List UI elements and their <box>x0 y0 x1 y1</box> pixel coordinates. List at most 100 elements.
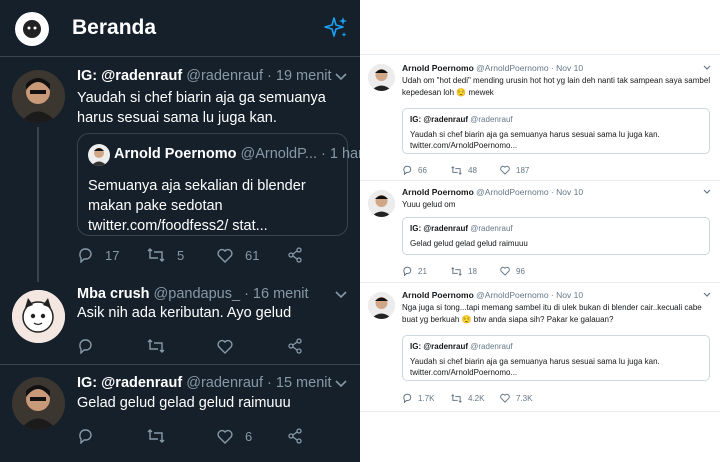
tweet-actions: 17 5 61 <box>77 247 357 263</box>
like-button[interactable]: 187 <box>500 165 549 175</box>
like-count: 187 <box>516 165 530 175</box>
like-count: 61 <box>245 247 260 263</box>
tweet-actions: 1.7K 4.2K 7.3K <box>402 393 549 403</box>
avatar[interactable] <box>12 290 65 343</box>
chevron-down-icon[interactable] <box>703 189 711 195</box>
reply-icon <box>79 429 92 444</box>
like-button[interactable]: 7.3K <box>500 393 549 403</box>
tweet[interactable]: Arnold Poernomo @ArnoldPoernomo · Nov 10… <box>360 181 720 282</box>
avatar[interactable] <box>12 377 65 430</box>
retweet-button[interactable]: 18 <box>451 267 500 276</box>
heart-icon <box>217 429 233 444</box>
quote-header: Arnold Poernomo @ArnoldP... · 1 hari <box>114 146 360 162</box>
retweet-button[interactable] <box>147 339 217 353</box>
avatar[interactable] <box>368 292 395 319</box>
quoted-tweet[interactable]: IG: @radenrauf @radenrauf Yaudah si chef… <box>402 335 710 381</box>
reply-button[interactable]: 66 <box>402 165 451 175</box>
tweet-actions: 21 18 96 <box>402 266 549 276</box>
share-button[interactable] <box>287 247 357 263</box>
quote-name: IG: @radenrauf <box>410 224 469 233</box>
retweet-count: 18 <box>468 266 477 276</box>
quoted-tweet[interactable]: IG: @radenrauf @radenrauf Yaudah si chef… <box>402 108 710 154</box>
retweet-button[interactable]: 5 <box>147 248 217 263</box>
display-name[interactable]: Mba crush <box>77 286 150 302</box>
quote-name: Arnold Poernomo <box>114 146 237 162</box>
tweet[interactable]: Mba crush @pandapus_ · 16 menit Asik nih… <box>0 280 360 365</box>
handle[interactable]: @ArnoldPoernomo · Nov 10 <box>476 63 583 73</box>
quote-handle: @radenrauf <box>470 224 513 233</box>
display-name[interactable]: IG: @radenrauf <box>77 68 182 84</box>
chevron-down-icon[interactable] <box>335 291 347 299</box>
retweet-button[interactable]: 4.2K <box>451 394 500 403</box>
page-title: Beranda <box>72 16 157 39</box>
avatar[interactable] <box>368 190 395 217</box>
reply-icon <box>79 248 92 263</box>
dark-timeline: Beranda IG: @radenrauf @radenrauf · 19 m… <box>0 0 360 462</box>
handle[interactable]: @ArnoldPoernomo · Nov 10 <box>476 187 583 197</box>
profile-avatar[interactable] <box>15 12 49 46</box>
reply-icon <box>403 165 412 175</box>
retweet-icon <box>147 339 165 353</box>
tweet-header: Mba crush @pandapus_ · 16 menit <box>77 286 309 302</box>
retweet-button[interactable]: 48 <box>451 166 500 175</box>
like-count: 96 <box>516 266 525 276</box>
quote-handle: @radenrauf <box>470 342 513 351</box>
reply-button[interactable] <box>77 338 147 354</box>
handle[interactable]: @radenrauf <box>186 375 263 391</box>
like-button[interactable] <box>217 339 287 354</box>
like-count: 7.3K <box>516 393 533 403</box>
like-button[interactable]: 96 <box>500 266 549 276</box>
timestamp[interactable]: · 16 menit <box>244 286 308 302</box>
reply-button[interactable] <box>77 428 147 444</box>
tweet-text: Asik nih ada keributan. Ayo gelud <box>77 305 292 321</box>
reply-count: 17 <box>105 247 120 263</box>
handle[interactable]: @ArnoldPoernomo · Nov 10 <box>476 290 583 300</box>
quote-header: IG: @radenrauf @radenrauf <box>410 342 513 351</box>
top-bar: Beranda <box>0 0 360 57</box>
reply-button[interactable]: 1.7K <box>402 393 451 403</box>
tweet[interactable]: IG: @radenrauf @radenrauf · 19 menit Yau… <box>0 58 360 280</box>
display-name[interactable]: Arnold Poernomo <box>402 63 474 73</box>
handle[interactable]: @radenrauf <box>186 68 263 84</box>
tweet[interactable]: Arnold Poernomo @ArnoldPoernomo · Nov 10… <box>360 55 720 180</box>
display-name[interactable]: IG: @radenrauf <box>77 375 182 391</box>
reply-count: 1.7K <box>418 393 435 403</box>
handle[interactable]: @pandapus_ <box>154 286 240 302</box>
reply-count: 66 <box>418 165 427 175</box>
retweet-icon <box>147 429 165 443</box>
quote-handle: @ArnoldP... <box>240 146 318 162</box>
tweet[interactable]: Arnold Poernomo @ArnoldPoernomo · Nov 10… <box>360 283 720 411</box>
display-name[interactable]: Arnold Poernomo <box>402 187 474 197</box>
quote-text: Gelad gelud gelad gelud raimuuu <box>410 239 528 248</box>
quote-header: IG: @radenrauf @radenrauf <box>410 224 513 233</box>
chevron-down-icon[interactable] <box>335 73 347 81</box>
chevron-down-icon[interactable] <box>703 65 711 71</box>
retweet-button[interactable] <box>147 429 217 443</box>
reply-button[interactable]: 21 <box>402 266 451 276</box>
display-name[interactable]: Arnold Poernomo <box>402 290 474 300</box>
quote-header: IG: @radenrauf @radenrauf <box>410 115 513 124</box>
tweet-header: Arnold Poernomo @ArnoldPoernomo · Nov 10 <box>402 63 583 73</box>
tweet-actions <box>77 338 357 354</box>
reply-button[interactable]: 17 <box>77 247 147 263</box>
share-icon <box>288 247 302 263</box>
quoted-tweet[interactable]: IG: @radenrauf @radenrauf Gelad gelud ge… <box>402 217 710 255</box>
avatar[interactable] <box>12 70 65 123</box>
timestamp[interactable]: · 19 menit <box>267 68 331 84</box>
quoted-tweet[interactable]: Arnold Poernomo @ArnoldP... · 1 hari Sem… <box>77 133 360 236</box>
like-button[interactable]: 61 <box>217 248 287 263</box>
like-button[interactable]: 6 <box>217 429 287 444</box>
sparkle-icon[interactable] <box>323 15 349 41</box>
chevron-down-icon[interactable] <box>335 380 347 388</box>
tweet-header: Arnold Poernomo @ArnoldPoernomo · Nov 10 <box>402 187 583 197</box>
share-button[interactable] <box>287 338 357 354</box>
quote-text: Semuanya aja sekalian di blender makan p… <box>88 178 306 234</box>
reply-icon <box>403 266 412 276</box>
tweet[interactable]: IG: @radenrauf @radenrauf · 15 menit Gel… <box>0 365 360 462</box>
share-button[interactable] <box>287 428 357 444</box>
chevron-down-icon[interactable] <box>703 292 711 298</box>
quote-text: Yaudah si chef biarin aja ga semuanya ha… <box>410 357 660 377</box>
timestamp[interactable]: · 15 menit <box>267 375 331 391</box>
avatar[interactable] <box>368 64 395 91</box>
tweet-header: IG: @radenrauf @radenrauf · 19 menit <box>77 68 332 84</box>
